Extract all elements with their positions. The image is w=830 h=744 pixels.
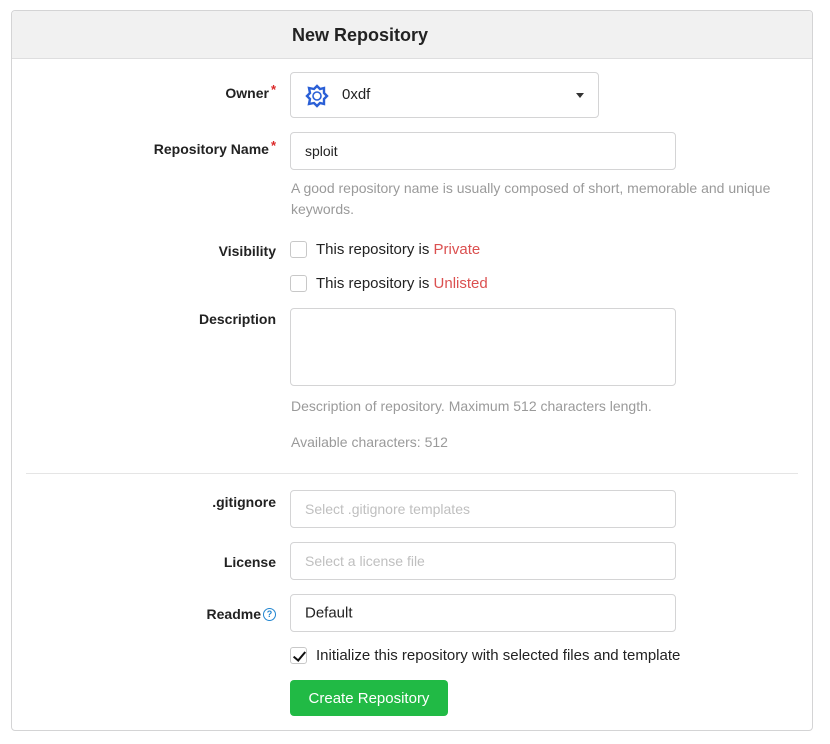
unlisted-checkbox-row[interactable]: This repository is Unlisted: [290, 274, 488, 293]
init-checkbox[interactable]: [290, 646, 307, 664]
required-mark: *: [270, 82, 276, 97]
license-label: License: [223, 554, 276, 570]
owner-dropdown[interactable]: 0xdf: [290, 72, 599, 118]
license-placeholder: Select a license file: [305, 553, 425, 569]
gitignore-label: .gitignore: [212, 494, 276, 510]
license-select[interactable]: Select a license file: [290, 542, 676, 580]
owner-label: Owner *: [225, 82, 276, 101]
description-help: Description of repository. Maximum 512 c…: [291, 398, 652, 414]
question-circle-icon[interactable]: ?: [263, 607, 276, 621]
gitignore-select[interactable]: Select .gitignore templates: [290, 490, 676, 528]
init-checkbox-row[interactable]: Initialize this repository with selected…: [290, 646, 680, 665]
available-characters: Available characters: 512: [291, 434, 448, 450]
readme-label: Readme?: [207, 606, 276, 622]
repo-name-label: Repository Name *: [153, 138, 276, 157]
section-divider: [26, 473, 798, 474]
description-textarea[interactable]: [290, 308, 676, 386]
repo-name-input[interactable]: sploit: [290, 132, 676, 170]
repo-name-value: sploit: [305, 143, 338, 159]
owner-value: 0xdf: [342, 86, 371, 103]
private-checkbox-row[interactable]: This repository is Private: [290, 240, 480, 259]
create-repository-button[interactable]: Create Repository: [290, 680, 448, 716]
chevron-down-icon: [576, 93, 584, 98]
visibility-label: Visibility: [218, 243, 276, 259]
required-mark: *: [270, 138, 276, 153]
readme-value: Default: [305, 604, 353, 622]
form-header: New Repository: [12, 11, 812, 59]
page-title: New Repository: [292, 25, 429, 45]
description-label: Description: [198, 311, 276, 327]
private-checkbox[interactable]: [290, 240, 307, 258]
repo-name-help: A good repository name is usually compos…: [291, 180, 771, 217]
unlisted-checkbox[interactable]: [290, 274, 307, 292]
readme-select[interactable]: Default: [290, 594, 676, 632]
gitignore-placeholder: Select .gitignore templates: [305, 501, 470, 517]
owner-avatar-icon: [305, 84, 329, 108]
